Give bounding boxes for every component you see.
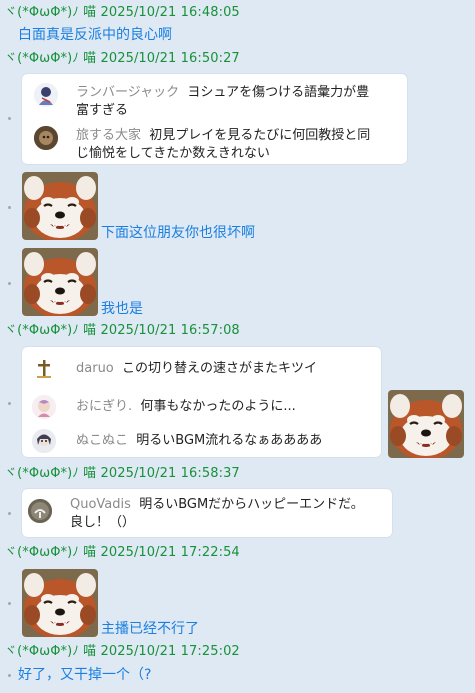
comment-text-cont: じ愉悦をしてきたか数えきれない (76, 146, 270, 161)
comment-card: daruo この切り替えの速さがまたキツイ おにぎり. 何事もなかったのように.… (22, 347, 381, 457)
bullet-dot (8, 602, 11, 605)
message-text: 主播已经不行了 (101, 621, 199, 637)
message-text: 我也是 (101, 301, 143, 317)
comment-line: ぬこぬこ 明るいBGM流れるなぁああああ (76, 432, 322, 450)
message-text: 好了，又干掉一个（? (18, 667, 152, 683)
comment-author: 旅する大家 (76, 128, 142, 143)
comment-text: ヨシュアを傷つける語彙力が豊 (187, 85, 370, 100)
comment-author: ぬこぬこ (76, 433, 129, 448)
avatar (32, 357, 56, 381)
message-header: ヾ(*ΦωΦ*)ﾉ 喵 2025/10/21 16:48:05 (4, 5, 240, 20)
red-panda-sticker (22, 569, 98, 637)
comment-text: この切り替えの速さがまたキツイ (122, 361, 318, 376)
message-header: ヾ(*ΦωΦ*)ﾉ 喵 2025/10/21 16:58:37 (4, 466, 240, 481)
comment-text: 何事もなかったのように... (140, 399, 296, 414)
bullet-dot (8, 402, 11, 405)
comment-card: ランバージャック ヨシュアを傷つける語彙力が豊 富すぎる 旅する大家 初見プレイ… (22, 74, 407, 164)
comment-line: QuoVadis 明るいBGMだからハッピーエンドだ。 良し！（） (70, 496, 385, 532)
avatar (34, 126, 58, 150)
message-header: ヾ(*ΦωΦ*)ﾉ 喵 2025/10/21 17:22:54 (4, 545, 240, 560)
comment-text: 明るいBGMだからハッピーエンドだ。 (139, 497, 364, 512)
comment-author: QuoVadis (70, 497, 131, 512)
red-panda-sticker (22, 248, 98, 316)
comment-author: おにぎり. (76, 399, 133, 414)
comment-card: QuoVadis 明るいBGMだからハッピーエンドだ。 良し！（） (22, 489, 392, 537)
comment-line: おにぎり. 何事もなかったのように... (76, 398, 296, 416)
comment-line: ランバージャック ヨシュアを傷つける語彙力が豊 富すぎる (76, 84, 396, 120)
bullet-dot (8, 282, 11, 285)
avatar (32, 395, 56, 419)
comment-line: daruo この切り替えの速さがまたキツイ (76, 360, 317, 378)
red-panda-sticker (388, 390, 464, 458)
comment-text: 初見プレイを見るたびに何回教授と同 (149, 128, 371, 143)
comment-line: 旅する大家 初見プレイを見るたびに何回教授と同 じ愉悦をしてきたか数えきれない (76, 127, 401, 163)
comment-author: ランバージャック (76, 85, 180, 100)
comment-author: daruo (76, 361, 114, 376)
comment-text-cont: 富すぎる (76, 103, 129, 118)
red-panda-sticker (22, 172, 98, 240)
message-header: ヾ(*ΦωΦ*)ﾉ 喵 2025/10/21 17:25:02 (4, 644, 240, 659)
avatar (28, 499, 52, 523)
avatar (34, 83, 58, 107)
message-header: ヾ(*ΦωΦ*)ﾉ 喵 2025/10/21 16:50:27 (4, 51, 240, 66)
message-header: ヾ(*ΦωΦ*)ﾉ 喵 2025/10/21 16:57:08 (4, 323, 240, 338)
avatar (32, 429, 56, 453)
bullet-dot (8, 674, 11, 677)
message-text: 白面真是反派中的良心啊 (18, 27, 172, 43)
message-text: 下面这位朋友你也很坏啊 (101, 225, 255, 241)
bullet-dot (8, 206, 11, 209)
comment-text: 明るいBGM流れるなぁああああ (136, 433, 323, 448)
bullet-dot (8, 117, 11, 120)
bullet-dot (8, 512, 11, 515)
comment-text-cont: 良し！（） (70, 515, 136, 530)
